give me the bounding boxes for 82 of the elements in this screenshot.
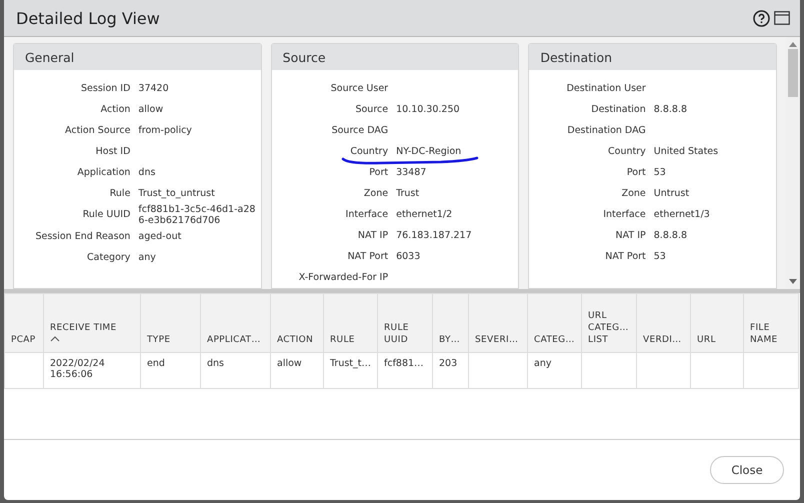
field-label: Interface <box>602 208 646 222</box>
field-label: Zone <box>362 186 388 200</box>
field-value: 10.10.30.250 <box>396 104 460 115</box>
field-label: Destination DAG <box>566 124 646 138</box>
column-header[interactable]: URL CATEG… LIST <box>582 294 636 352</box>
field-value: allow <box>138 104 164 115</box>
field-label: Rule <box>108 186 130 200</box>
field-label: Action <box>100 102 130 116</box>
table-cell: dns <box>207 358 224 369</box>
field-label: Source DAG <box>330 124 388 138</box>
column-header[interactable]: BY… <box>432 294 468 352</box>
column-header[interactable]: PCAP <box>4 294 44 352</box>
column-header[interactable]: ACTION <box>270 294 324 352</box>
field-label: Country <box>607 144 646 158</box>
field-value: United States <box>654 146 718 157</box>
field-label: Country <box>349 144 388 158</box>
field-value: ethernet1/2 <box>396 209 452 220</box>
column-header[interactable]: URL <box>690 294 744 352</box>
window-title: Detailed Log View <box>16 8 161 28</box>
field-value: 53 <box>654 251 666 262</box>
field-value: Untrust <box>654 188 690 199</box>
scrollbar-thumb[interactable] <box>788 49 798 97</box>
column-header[interactable]: RECEIVE TIME <box>44 294 140 352</box>
field-label: NAT IP <box>356 228 388 242</box>
column-header[interactable]: SEVERI… <box>468 294 528 352</box>
field-value: 37420 <box>138 83 169 94</box>
field-label: NAT Port <box>346 250 388 264</box>
field-value: Trust_to_untrust <box>138 188 215 199</box>
field-value: 53 <box>654 167 666 178</box>
column-header[interactable]: RULE UUID <box>378 294 432 352</box>
field-label: Category <box>86 250 130 264</box>
close-button[interactable]: Close <box>710 456 784 484</box>
field-label: Action Source <box>64 124 130 138</box>
column-header[interactable]: APPLICAT… <box>200 294 270 352</box>
field-value: 6033 <box>396 251 420 262</box>
field-value: any <box>138 252 156 263</box>
field-label: Host ID <box>94 144 130 158</box>
maximize-icon[interactable] <box>774 11 790 25</box>
field-value: aged-out <box>138 231 182 242</box>
scroll-down-icon[interactable] <box>789 279 797 285</box>
field-label: Session ID <box>80 82 130 96</box>
panel-title: General <box>14 44 261 70</box>
field-label: Session End Reason <box>34 230 130 244</box>
field-value: ethernet1/3 <box>654 209 710 220</box>
field-value: from-policy <box>138 125 192 136</box>
table-cell: fcf881… <box>384 358 424 369</box>
field-label: Source <box>354 102 388 116</box>
table-cell: any <box>534 358 552 369</box>
table-cell: end <box>147 358 165 369</box>
field-value: dns <box>138 167 156 178</box>
field-label: NAT Port <box>604 250 646 264</box>
field-label: NAT IP <box>614 228 646 242</box>
table-cell: 203 <box>439 358 458 369</box>
help-icon[interactable] <box>753 10 770 26</box>
column-header[interactable]: TYPE <box>140 294 200 352</box>
panel-title: Destination <box>529 44 776 70</box>
field-value: 8.8.8.8 <box>654 230 688 241</box>
column-header[interactable]: VERDI… <box>636 294 690 352</box>
field-value: Trust <box>396 188 420 199</box>
field-label: Application <box>76 166 130 180</box>
field-label: Interface <box>344 208 388 222</box>
field-label: Rule UUID <box>82 208 130 222</box>
field-label: X-Forwarded-For IP <box>298 270 388 284</box>
field-value: NY-DC-Region <box>396 146 462 157</box>
panel-title: Source <box>272 44 518 70</box>
field-label: Port <box>626 166 646 180</box>
table-cell: Trust_t… <box>330 358 371 369</box>
column-header[interactable]: FILE NAME <box>744 294 798 352</box>
field-value: 76.183.187.217 <box>396 230 472 241</box>
field-value: 33487 <box>396 167 426 178</box>
field-label: Zone <box>620 186 646 200</box>
field-label: Destination User <box>566 82 646 96</box>
table-cell: allow <box>277 358 302 369</box>
field-label: Destination <box>590 102 646 116</box>
field-label: Port <box>368 166 388 180</box>
field-label: Source User <box>330 82 388 96</box>
scroll-up-icon[interactable] <box>789 41 797 47</box>
column-header[interactable]: CATEG… <box>528 294 582 352</box>
field-value: fcf881b1-3c5c-46d1-a286-e3b62176d706 <box>138 204 256 226</box>
column-header[interactable]: RULE <box>324 294 378 352</box>
table-cell: 2022/02/24 16:56:06 <box>50 358 105 380</box>
field-value: 8.8.8.8 <box>654 104 688 115</box>
